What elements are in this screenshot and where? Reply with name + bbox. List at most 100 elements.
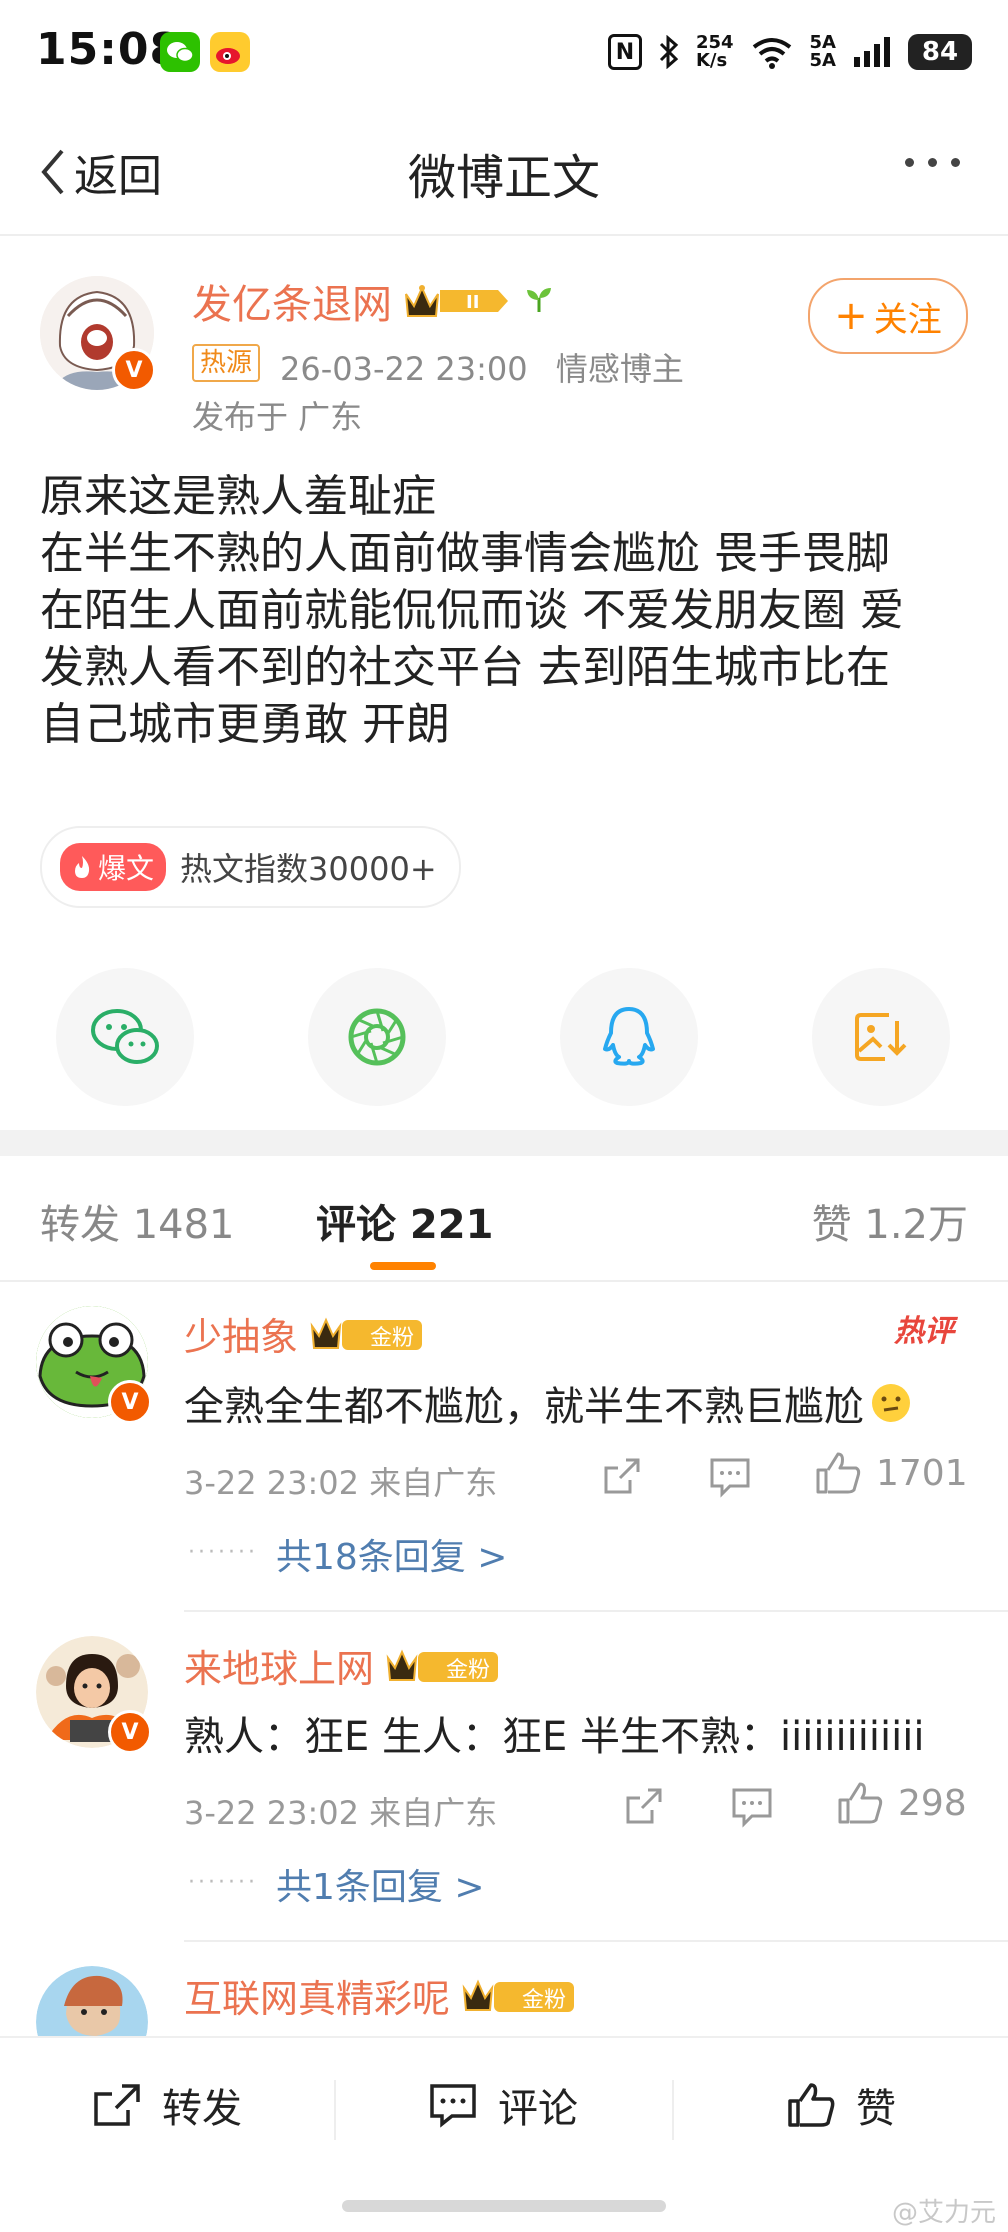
active-tab-indicator [370,1262,436,1270]
thumbs-up-icon [788,2083,835,2127]
post-location: 发布于 广东 [192,398,363,436]
more-dot-icon [905,158,914,167]
home-indicator[interactable] [342,2200,666,2212]
page-title: 微博正文 [407,150,600,206]
share-icon [604,1458,640,1494]
comment-like-button[interactable]: 1701 [814,1450,968,1496]
bottom-like-button[interactable]: 赞 [786,2076,896,2134]
verified-badge-icon: V [108,1380,152,1424]
share-wechat-button[interactable] [56,968,194,1106]
sprout-icon [522,282,556,320]
comment-author[interactable]: 来地球上网 [184,1638,374,1693]
share-qq-button[interactable] [560,968,698,1106]
hot-comment-label: 热评 [894,1314,954,1349]
share-icon [626,1788,662,1824]
comment-like-button[interactable]: 298 [836,1780,967,1826]
comment-share-button[interactable] [622,1784,666,1832]
comment-text: 全熟全生都不尴尬，就半生不熟巨尴尬 [184,1374,912,1432]
signal-bars-icon [854,37,890,67]
comment-text: 熟人：狂E 生人：狂E 半生不熟：iiiiiiiiiiiii [184,1714,925,1760]
comment-like-count: 1701 [876,1452,968,1494]
bottom-repost-button[interactable]: 转发 [92,2076,242,2134]
fan-level-label: 金粉2 [446,1658,491,1709]
comment-author[interactable]: 互联网真精彩呢 [184,1968,450,2023]
verified-badge-icon: V [108,1710,152,1754]
content-line: 在半生不熟的人面前做事情会尴尬 畏手畏脚 [40,528,890,579]
fan-level-label: 金粉3 [522,1988,567,2039]
content-line: 在陌生人面前就能侃侃而谈 不爱发朋友圈 爱 [40,585,904,636]
post-timestamp: 26-03-22 23:00 [280,350,528,388]
tab-repost[interactable]: 转发 1481 [40,1192,235,1250]
comment-meta: 3-22 23:02 来自广东 [184,1464,498,1502]
hot-index-text: 热文指数30000+ [180,850,437,888]
more-dot-icon [951,158,960,167]
reply-dots: ······· [188,1870,258,1895]
comment-divider [184,1610,1008,1612]
verified-badge-icon: V [112,348,156,392]
repost-icon [94,2084,140,2126]
comment-name-row: 来地球上网 金粉2 [184,1638,502,1709]
follow-button[interactable]: + 关注 [808,278,968,354]
bottom-separator [672,2080,674,2140]
hot-source-tag: 热源 [192,344,261,382]
hot-badge: 爆文 [60,843,167,891]
author-name[interactable]: 发亿条退网 [192,272,392,330]
battery-indicator: 84 [908,34,972,70]
content-line: 发熟人看不到的社交平台 去到陌生城市比在 [40,642,890,693]
comment-icon [710,1458,750,1498]
tab-like[interactable]: 赞 1.2万 [812,1192,968,1250]
comment-divider [184,1940,1008,1942]
author-role: 情感博主 [555,350,684,388]
tabs-divider [0,1280,1008,1282]
sim2-label: 5A [809,50,836,71]
post-content: 原来这是熟人羞耻症 在半生不熟的人面前做事情会尴尬 畏手畏脚 在陌生人面前就能侃… [40,468,980,753]
svg-text:II: II [466,292,479,313]
hot-badge-label: 爆文 [98,852,155,885]
bottom-comment-button[interactable]: 评论 [428,2076,578,2134]
fan-level-label: 金粉3 [370,1326,415,1377]
comment-reply-button[interactable] [730,1786,774,1832]
net-speed-unit: K/s [695,50,728,71]
comment-name-row: 互联网真精彩呢 金粉3 [184,1968,578,2039]
view-replies-link[interactable]: 共18条回复 > [276,1528,507,1580]
comment-reply-button[interactable] [708,1456,752,1502]
wifi-icon [752,38,791,69]
plus-icon: + [834,293,868,339]
signal-sim: 5A 5A [810,34,836,70]
nav-divider [0,234,1008,236]
nfc-icon: N [607,34,642,70]
net-speed: 254 K/s [696,34,734,70]
bottom-like-label: 赞 [856,2086,896,2132]
bottom-comment-label: 评论 [498,2086,578,2132]
bottom-separator [334,2080,336,2140]
content-line: 原来这是熟人羞耻症 [40,471,436,522]
reply-dots: ······· [188,1540,258,1565]
comment-name-row: 少抽象 金粉3 [184,1306,426,1377]
comment-share-button[interactable] [600,1454,644,1502]
weibo-notification-icon [210,32,250,72]
wechat-notification-icon [160,32,200,72]
more-dot-icon [928,158,937,167]
save-image-button[interactable] [812,968,950,1106]
author-name-row: 发亿条退网 II [192,272,556,330]
share-moments-button[interactable] [308,968,446,1106]
status-icons: N 254 K/s 5A 5A 84 [607,30,972,74]
thumbs-up-icon [838,1782,883,1824]
wechat-icon [91,1009,159,1064]
content-line: 自己城市更勇敢 开朗 [40,699,450,750]
save-image-icon [855,1013,907,1061]
comment-icon [430,2084,476,2128]
post-time: 26-03-22 23:00 情感博主 [280,344,684,390]
comment-author[interactable]: 少抽象 [184,1306,298,1361]
tab-comment[interactable]: 评论 221 [316,1192,493,1250]
bottom-repost-label: 转发 [162,2086,242,2132]
thinking-emoji-icon [872,1384,910,1422]
more-options-button[interactable] [905,158,960,167]
moments-icon [348,1008,406,1066]
bluetooth-icon [659,35,679,69]
flame-icon [75,856,90,878]
hot-index-pill[interactable]: 爆文 热文指数30000+ [40,826,461,908]
thumbs-up-icon [816,1452,861,1494]
view-replies-link[interactable]: 共1条回复 > [276,1858,485,1910]
vip-crown-badge-icon: II [402,280,512,322]
